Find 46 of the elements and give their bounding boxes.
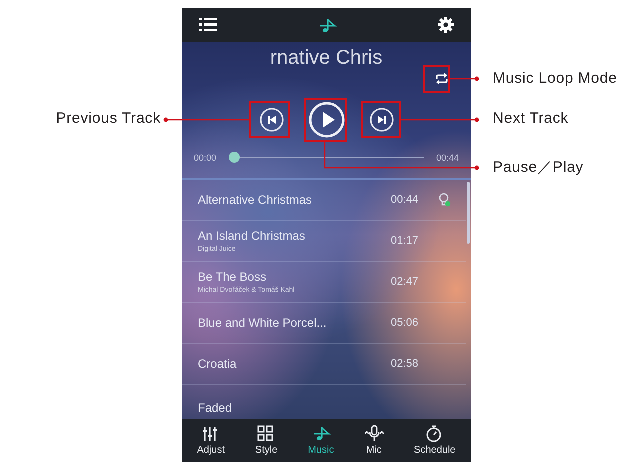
track-title: Faded bbox=[198, 401, 234, 415]
track-title: Blue and White Porcel... bbox=[198, 316, 328, 330]
highlight-frame bbox=[423, 65, 450, 93]
track-row[interactable]: Croatia 02:58 bbox=[182, 344, 466, 385]
scrollbar bbox=[467, 182, 470, 244]
track-title: An Island Christmas bbox=[198, 229, 306, 243]
callout-label: Music Loop Mode bbox=[493, 70, 618, 88]
progress-thumb[interactable] bbox=[228, 152, 240, 163]
highlight-frame bbox=[361, 101, 401, 138]
track-title: Alternative Christmas bbox=[198, 193, 314, 207]
track-duration: 02:47 bbox=[391, 276, 420, 288]
track-duration: 02:58 bbox=[391, 358, 420, 370]
leader-line bbox=[449, 76, 480, 82]
callout-label: Pause／Play bbox=[493, 159, 584, 177]
nav-tab[interactable]: Mic bbox=[360, 423, 388, 458]
nav-tab[interactable]: Adjust bbox=[193, 423, 229, 458]
track-duration: 00:44 bbox=[391, 194, 420, 206]
loop-button[interactable] bbox=[435, 70, 449, 88]
menu-icon[interactable] bbox=[199, 18, 217, 32]
track-title: Croatia bbox=[198, 357, 238, 371]
callout-label: Next Track bbox=[493, 110, 569, 128]
play-button[interactable] bbox=[308, 102, 344, 138]
previous-track-button[interactable] bbox=[260, 108, 284, 132]
settings-icon[interactable] bbox=[438, 17, 454, 33]
track-row[interactable]: Faded bbox=[182, 385, 466, 415]
next-track-button[interactable] bbox=[370, 108, 394, 132]
total-time: 00:44 bbox=[436, 152, 459, 162]
nav-tab[interactable]: Music bbox=[304, 423, 338, 458]
microphone-icon bbox=[364, 425, 384, 442]
highlight-frame bbox=[249, 101, 290, 138]
elapsed-time: 00:00 bbox=[194, 152, 217, 162]
music-note-logo-icon bbox=[318, 16, 337, 34]
repeat-icon bbox=[435, 73, 449, 85]
track-duration: 05:06 bbox=[391, 317, 420, 329]
song-title: rnative Chris bbox=[270, 47, 383, 70]
skip-previous-icon bbox=[260, 108, 284, 132]
track-row[interactable]: Blue and White Porcel... 05:06 bbox=[182, 303, 466, 344]
nav-tab[interactable]: Style bbox=[251, 423, 282, 458]
track-row[interactable]: Alternative Christmas 00:44 bbox=[182, 180, 466, 221]
nav-tab[interactable]: Schedule bbox=[410, 423, 460, 458]
track-title: Be The Boss bbox=[198, 270, 268, 284]
skip-next-icon bbox=[370, 108, 394, 132]
callout-label: Previous Track bbox=[56, 110, 161, 128]
track-duration: 01:17 bbox=[391, 235, 420, 247]
music-note-icon bbox=[312, 425, 331, 442]
grid-icon bbox=[257, 425, 276, 442]
